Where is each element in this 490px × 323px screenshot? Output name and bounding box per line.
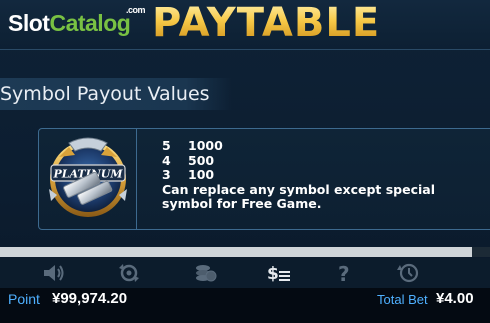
help-icon[interactable]: ?	[331, 262, 357, 284]
paytable-title: PAYTABLE	[152, 0, 381, 46]
payout-count: 3	[162, 167, 171, 182]
scrollbar-thumb[interactable]	[0, 247, 472, 257]
logo-slot-text: Slot	[8, 10, 50, 36]
payout-row: 5 1000	[162, 138, 462, 154]
payout-count: 4	[162, 152, 171, 168]
logo-com-text: .com	[126, 5, 146, 15]
payout-values: 5 1000 4 500 3 100 Can replace any symbol e…	[162, 138, 462, 212]
point-value: ¥99,974.20	[52, 290, 128, 307]
coins-icon[interactable]	[192, 262, 218, 284]
payout-count: 5	[162, 138, 171, 153]
payout-value: 100	[188, 167, 215, 182]
section-title: Symbol Payout Values	[0, 83, 210, 105]
symbol-description: Can replace any symbol except special sy…	[162, 181, 436, 211]
history-icon[interactable]	[395, 262, 421, 284]
point-label: Point	[8, 291, 40, 307]
payout-row: 4 500	[162, 152, 462, 169]
sound-icon[interactable]	[40, 262, 66, 284]
slotcatalog-logo: SlotCatalog .com	[8, 5, 146, 37]
payout-row: 3 100	[162, 167, 462, 183]
paytable-icon[interactable]: $	[266, 262, 292, 284]
payout-value: 1000	[188, 138, 223, 153]
platinum-symbol-icon: PLATINUM	[39, 129, 137, 229]
autoplay-icon[interactable]	[116, 262, 142, 284]
total-bet-value: ¥4.00	[436, 290, 474, 307]
logo-catalog-text: Catalog	[49, 10, 131, 36]
svg-text:?: ?	[338, 262, 350, 284]
payout-value: 500	[188, 152, 215, 168]
total-bet-label: Total Bet	[377, 292, 428, 307]
svg-text:$: $	[267, 264, 279, 284]
